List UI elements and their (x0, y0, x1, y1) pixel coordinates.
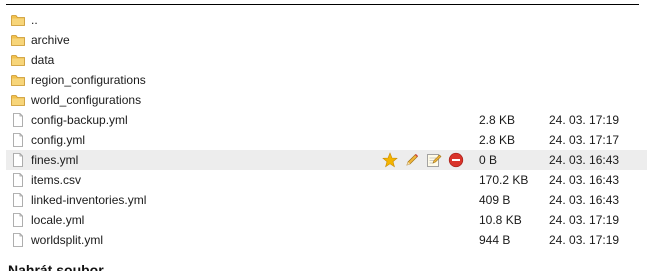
modified-date: 24. 03. 16:43 (549, 193, 620, 207)
file-size: 2.8 KB (479, 113, 516, 127)
modified-date: 24. 03. 17:19 (549, 113, 620, 127)
file-list: .. archive data region_configurations world_… (6, 10, 647, 250)
folder-row-data[interactable]: data (6, 50, 647, 70)
file-icon (11, 113, 25, 127)
folder-icon (11, 13, 25, 27)
file-row-linked-inventories-yml[interactable]: linked-inventories.yml 409 B 24. 03. 16:43 (6, 190, 647, 210)
item-name[interactable]: region_configurations (31, 73, 146, 87)
folder-row-archive[interactable]: archive (6, 30, 647, 50)
item-name[interactable]: world_configurations (31, 93, 141, 107)
folder-row-parent[interactable]: .. (6, 10, 647, 30)
file-row-locale-yml[interactable]: locale.yml 10.8 KB 24. 03. 17:19 (6, 210, 647, 230)
folder-icon (11, 73, 25, 87)
file-icon (11, 193, 25, 207)
file-row-worldsplit-yml[interactable]: worldsplit.yml 944 B 24. 03. 17:19 (6, 230, 647, 250)
file-row-config-yml[interactable]: config.yml 2.8 KB 24. 03. 17:17 (6, 130, 647, 150)
modified-date: 24. 03. 16:43 (549, 173, 620, 187)
file-size: 409 B (479, 193, 511, 207)
pencil-icon[interactable] (404, 152, 420, 168)
folder-icon (11, 33, 25, 47)
folder-row-region-configurations[interactable]: region_configurations (6, 70, 647, 90)
file-size: 2.8 KB (479, 133, 516, 147)
row-actions (382, 152, 464, 168)
file-size: 0 B (479, 153, 498, 167)
file-icon (11, 133, 25, 147)
file-icon (11, 213, 25, 227)
file-size: 10.8 KB (479, 213, 522, 227)
item-name[interactable]: locale.yml (31, 213, 84, 227)
folder-icon (11, 93, 25, 107)
item-name[interactable]: items.csv (31, 173, 81, 187)
modified-date: 24. 03. 17:19 (549, 233, 620, 247)
file-row-fines-yml[interactable]: fines.yml 0 B 24. 03. 16:43 (6, 150, 647, 170)
item-name[interactable]: archive (31, 33, 70, 47)
upload-heading: Nahrát soubor (8, 262, 104, 271)
file-icon (11, 153, 25, 167)
folder-icon (11, 53, 25, 67)
edit-icon[interactable] (426, 152, 442, 168)
file-icon (11, 233, 25, 247)
item-name[interactable]: fines.yml (31, 153, 78, 167)
modified-date: 24. 03. 17:19 (549, 213, 620, 227)
modified-date: 24. 03. 16:43 (549, 153, 620, 167)
item-name[interactable]: config.yml (31, 133, 85, 147)
modified-date: 24. 03. 17:17 (549, 133, 620, 147)
file-row-config-backup-yml[interactable]: config-backup.yml 2.8 KB 24. 03. 17:19 (6, 110, 647, 130)
top-divider (6, 4, 639, 5)
file-size: 170.2 KB (479, 173, 529, 187)
item-name[interactable]: worldsplit.yml (31, 233, 103, 247)
file-row-items-csv[interactable]: items.csv 170.2 KB 24. 03. 16:43 (6, 170, 647, 190)
file-icon (11, 173, 25, 187)
delete-icon[interactable] (448, 152, 464, 168)
item-name[interactable]: linked-inventories.yml (31, 193, 146, 207)
item-name[interactable]: data (31, 53, 54, 67)
item-name[interactable]: .. (31, 13, 38, 27)
file-size: 944 B (479, 233, 511, 247)
folder-row-world-configurations[interactable]: world_configurations (6, 90, 647, 110)
item-name[interactable]: config-backup.yml (31, 113, 128, 127)
star-icon[interactable] (382, 152, 398, 168)
